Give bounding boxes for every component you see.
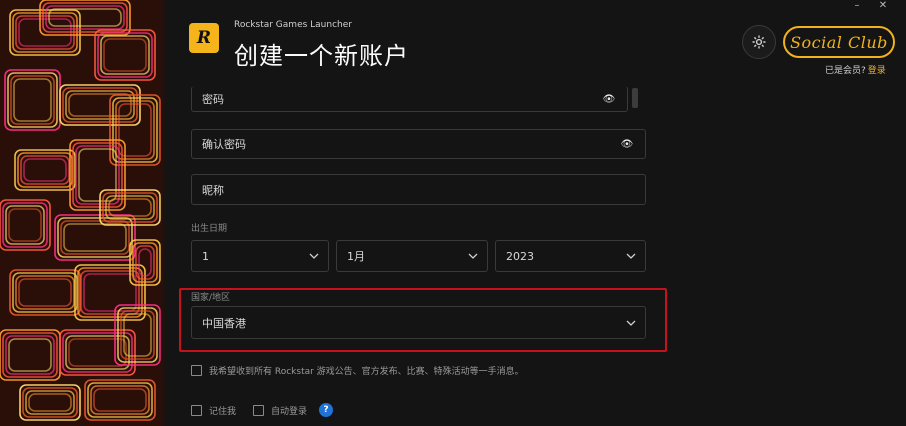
minimize-button[interactable]: – [850, 0, 864, 12]
birth-month-value: 1月 [347, 250, 365, 263]
settings-button[interactable] [742, 25, 776, 59]
show-password-icon[interactable]: 👁︎ [601, 94, 617, 105]
artwork-graphic [0, 0, 165, 426]
confirm-password-placeholder: 确认密码 [202, 138, 246, 151]
chevron-down-icon [626, 320, 636, 326]
chevron-down-icon [309, 253, 319, 259]
gear-icon [752, 35, 766, 49]
auto-login-checkbox[interactable] [253, 404, 265, 416]
member-prompt: 已是会员? 登录 [825, 63, 886, 76]
chevron-down-icon [468, 253, 478, 259]
scrollbar-thumb[interactable] [632, 88, 638, 108]
logo-letter: R [196, 28, 212, 48]
login-link[interactable]: 登录 [868, 66, 886, 76]
nickname-placeholder: 昵称 [202, 183, 224, 197]
member-question: 已是会员? [825, 66, 866, 76]
birth-month-select[interactable]: 1月 [336, 240, 488, 272]
country-select[interactable]: 中国香港 [191, 306, 646, 339]
artwork-fade [160, 0, 168, 426]
show-confirm-password-icon[interactable]: 👁︎ [619, 139, 635, 150]
close-button[interactable]: ✕ [876, 0, 890, 12]
auto-login-label: 自动登录 [271, 406, 308, 417]
remember-me-label: 记住我 [209, 406, 237, 417]
birth-day-select[interactable]: 1 [191, 240, 329, 272]
app-title: Rockstar Games Launcher [234, 20, 352, 30]
newsletter-label: 我希望收到所有 Rockstar 游戏公告、官方发布、比赛、特殊活动等一手消息。 [209, 367, 524, 377]
chevron-down-icon [626, 253, 636, 259]
background-artwork [0, 0, 165, 426]
birthdate-label: 出生日期 [191, 224, 228, 234]
newsletter-row: 我希望收到所有 Rockstar 游戏公告、官方发布、比赛、特殊活动等一手消息。 [191, 364, 524, 377]
social-club-logo[interactable]: Social Club [783, 26, 895, 58]
birth-day-value: 1 [202, 249, 209, 263]
remember-me-checkbox[interactable] [191, 404, 202, 416]
social-club-text: Social Club [790, 32, 888, 52]
confirm-password-field[interactable]: 确认密码 👁︎ [191, 129, 646, 159]
scrollbar[interactable] [630, 86, 640, 110]
login-options-row: 记住我 自动登录 ? [191, 403, 334, 417]
rockstar-logo: R [189, 23, 219, 53]
page-title: 创建一个新账户 [234, 42, 409, 70]
password-placeholder: 密码 [202, 93, 224, 106]
nickname-field[interactable]: 昵称 [191, 174, 646, 205]
birth-year-value: 2023 [506, 249, 534, 263]
password-field[interactable]: 密码 👁︎ [191, 86, 628, 112]
newsletter-checkbox[interactable] [191, 365, 202, 376]
country-value: 中国香港 [202, 316, 246, 330]
birth-year-select[interactable]: 2023 [495, 240, 646, 272]
help-icon[interactable]: ? [319, 403, 334, 417]
country-label: 国家/地区 [191, 293, 231, 303]
